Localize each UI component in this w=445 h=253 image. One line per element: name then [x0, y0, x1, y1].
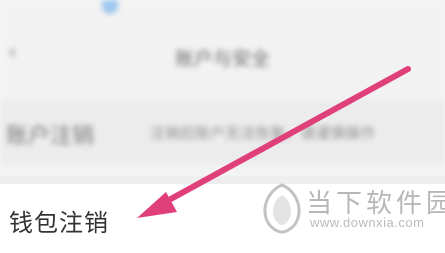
page-title: 账户与安全 [174, 48, 270, 70]
watermark-logo-icon [263, 183, 301, 234]
settings-row-delete-account[interactable]: 账户注销 注销后账户无法恢复，请谨慎操作 [0, 100, 445, 164]
status-indicator-icon [102, 0, 118, 14]
row-description-delete-account: 注销后账户无法恢复，请谨慎操作 [150, 124, 376, 142]
watermark-url: www.downxia.com [310, 215, 425, 230]
screen: ‹ 账户与安全 账户注销 注销后账户无法恢复，请谨慎操作 钱包注销 当下软件园 … [0, 0, 445, 253]
blurred-header-region: ‹ 账户与安全 账户注销 注销后账户无法恢复，请谨慎操作 [0, 0, 445, 176]
row-label-delete-account: 账户注销 [6, 124, 95, 149]
row-label-wallet-delete: 钱包注销 [9, 209, 109, 237]
